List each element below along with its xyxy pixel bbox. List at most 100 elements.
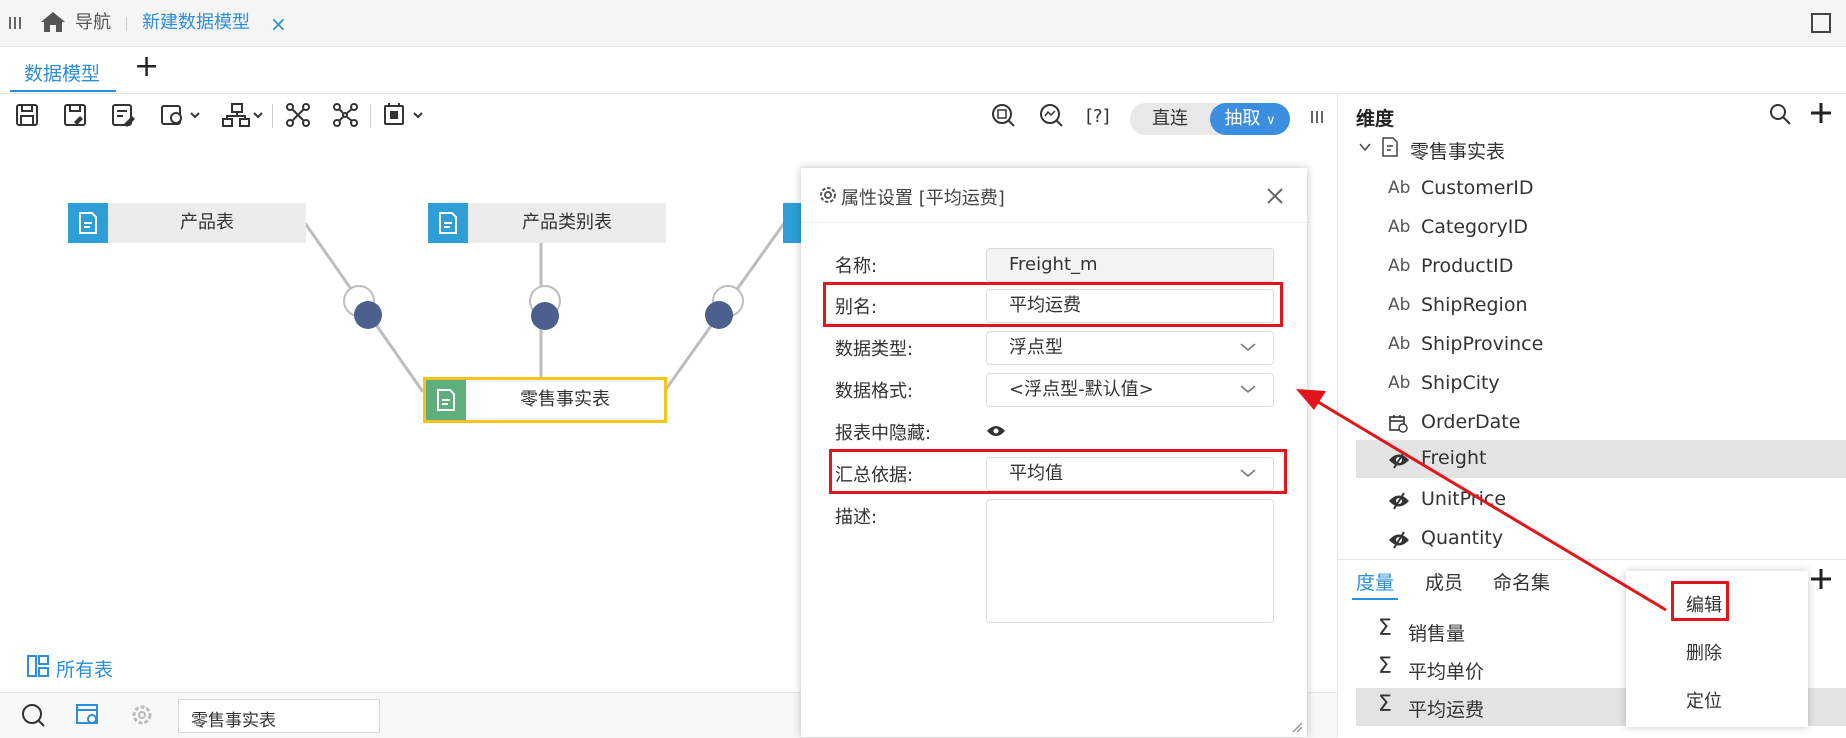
toolbar: [?] 直连 抽取 ∨ (0, 94, 1337, 138)
alias-input[interactable]: 平均运费 (986, 289, 1274, 323)
data-type-label: 数据类型: (835, 339, 914, 360)
dimension-item[interactable]: OrderDate (1388, 404, 1828, 442)
add-measure-icon[interactable] (1808, 566, 1834, 592)
auto-relation-icon[interactable] (330, 100, 360, 130)
table-node-category[interactable]: 产品类别表 (428, 203, 666, 243)
zoom-fit-icon[interactable] (988, 100, 1018, 130)
alias-label: 别名: (835, 297, 878, 318)
name-value: Freight_m (1009, 254, 1098, 275)
zoom-icon[interactable] (1036, 100, 1066, 130)
dimension-label: OrderDate (1421, 411, 1521, 433)
dimension-item[interactable]: UnitPrice (1388, 481, 1828, 519)
tab-named-sets[interactable]: 命名集 (1493, 568, 1550, 595)
gear-icon[interactable] (129, 702, 155, 728)
table-node-partial[interactable] (783, 203, 803, 243)
hidden-in-report-label: 报表中隐藏: (835, 423, 932, 444)
all-tables-icon[interactable] (26, 654, 50, 678)
dialog-title: 属性设置 [平均运费] (841, 188, 1005, 209)
calendar-icon (1388, 413, 1408, 433)
dimension-item[interactable]: Ab ShipCity (1388, 365, 1828, 403)
maximize-icon[interactable] (1810, 12, 1832, 34)
search-zoom-icon[interactable] (20, 702, 46, 728)
tab-members[interactable]: 成员 (1425, 568, 1463, 595)
data-dropdown-icon[interactable] (381, 100, 425, 130)
text-type-icon: Ab (1388, 217, 1411, 237)
current-table-field[interactable]: 零售事实表 (178, 699, 380, 733)
text-type-icon: Ab (1388, 178, 1411, 198)
home-icon[interactable] (40, 11, 66, 33)
save-as-icon[interactable] (60, 100, 90, 130)
menu-item-edit[interactable]: 编辑 (1686, 591, 1722, 617)
help-button[interactable]: [?] (1086, 106, 1110, 127)
direct-connect-option[interactable]: 直连 (1130, 103, 1210, 135)
dimension-item[interactable]: Ab ShipRegion (1388, 287, 1828, 325)
close-icon[interactable] (1265, 186, 1285, 206)
tree-root-label[interactable]: 零售事实表 (1410, 137, 1505, 164)
settings-dropdown-icon[interactable] (158, 100, 202, 130)
fact-table-label: 零售事实表 (520, 389, 610, 410)
toolbar-divider (370, 104, 371, 128)
tab-underline (10, 90, 116, 92)
relation-icon[interactable] (283, 100, 313, 130)
dimension-item[interactable]: Ab ShipProvince (1388, 326, 1828, 364)
text-type-icon: Ab (1388, 256, 1411, 276)
close-tab-icon[interactable]: × (270, 1, 287, 47)
name-field: Freight_m (986, 248, 1274, 282)
dimension-label: ShipProvince (1421, 333, 1544, 355)
chevron-down-icon (1239, 466, 1257, 480)
measure-label: 平均运费 (1408, 699, 1485, 721)
dimension-item[interactable]: Ab CustomerID (1388, 170, 1828, 208)
tab-measures-underline (1352, 598, 1398, 600)
text-type-icon: Ab (1388, 373, 1411, 393)
add-dimension-icon[interactable] (1808, 100, 1834, 126)
table-node-product[interactable]: 产品表 (68, 203, 306, 243)
table-node-label: 产品表 (180, 212, 234, 233)
tab-new-data-model[interactable]: 新建数据模型 (142, 0, 250, 46)
toolbar-divider (272, 104, 273, 128)
add-tab-icon[interactable]: + (134, 49, 159, 84)
settings-gear-icon (817, 184, 839, 206)
collapse-chevron-icon[interactable] (1358, 140, 1372, 154)
dimension-item[interactable]: Ab ProductID (1388, 248, 1828, 286)
fact-table-node[interactable]: 零售事实表 (423, 377, 667, 423)
relation-join-dot (354, 301, 382, 329)
dimension-label: Freight (1421, 447, 1487, 469)
description-textarea[interactable] (986, 499, 1274, 623)
dimension-header: 维度 (1356, 108, 1395, 130)
current-table-value: 零售事实表 (191, 711, 276, 731)
tab-data-model[interactable]: 数据模型 (24, 59, 100, 86)
nav-separator (126, 17, 127, 31)
aggregation-select[interactable]: 平均值 (986, 457, 1274, 491)
data-type-select[interactable]: 浮点型 (986, 331, 1274, 365)
dimension-label: ProductID (1421, 255, 1514, 277)
chevron-down-icon (1239, 382, 1257, 396)
dialog-title-divider (801, 222, 1307, 223)
menu-item-locate[interactable]: 定位 (1686, 687, 1722, 713)
top-nav-bar: 导航 新建数据模型 × (0, 0, 1846, 47)
layout-dropdown-icon[interactable] (220, 100, 264, 130)
alias-value: 平均运费 (1009, 295, 1081, 316)
dimension-item-selected[interactable]: Freight (1356, 440, 1846, 478)
panel-menu-icon[interactable] (1310, 110, 1324, 124)
data-format-select[interactable]: <浮点型-默认值> (986, 373, 1274, 407)
sigma-icon: Σ (1378, 616, 1392, 641)
text-type-icon: Ab (1388, 295, 1411, 315)
nav-home-label[interactable]: 导航 (75, 0, 111, 46)
tab-measures[interactable]: 度量 (1356, 568, 1394, 595)
extract-option[interactable]: 抽取 ∨ (1210, 103, 1290, 135)
model-tab-row: 数据模型 + (0, 47, 1846, 94)
search-icon[interactable] (1768, 102, 1792, 126)
edit-model-icon[interactable] (108, 100, 138, 130)
dimension-item[interactable]: Ab CategoryID (1388, 209, 1828, 247)
menu-item-delete[interactable]: 删除 (1686, 639, 1722, 665)
dimension-item[interactable]: Quantity (1388, 520, 1828, 558)
description-label: 描述: (835, 507, 878, 528)
table-icon (426, 380, 466, 420)
resize-handle-icon[interactable] (1291, 721, 1303, 733)
connection-mode-toggle: 直连 抽取 ∨ (1130, 103, 1290, 135)
menu-icon[interactable] (8, 16, 22, 30)
table-settings-icon[interactable] (75, 702, 101, 728)
all-tables-link[interactable]: 所有表 (56, 655, 113, 682)
eye-icon[interactable] (986, 424, 1006, 438)
save-icon[interactable] (12, 100, 42, 130)
